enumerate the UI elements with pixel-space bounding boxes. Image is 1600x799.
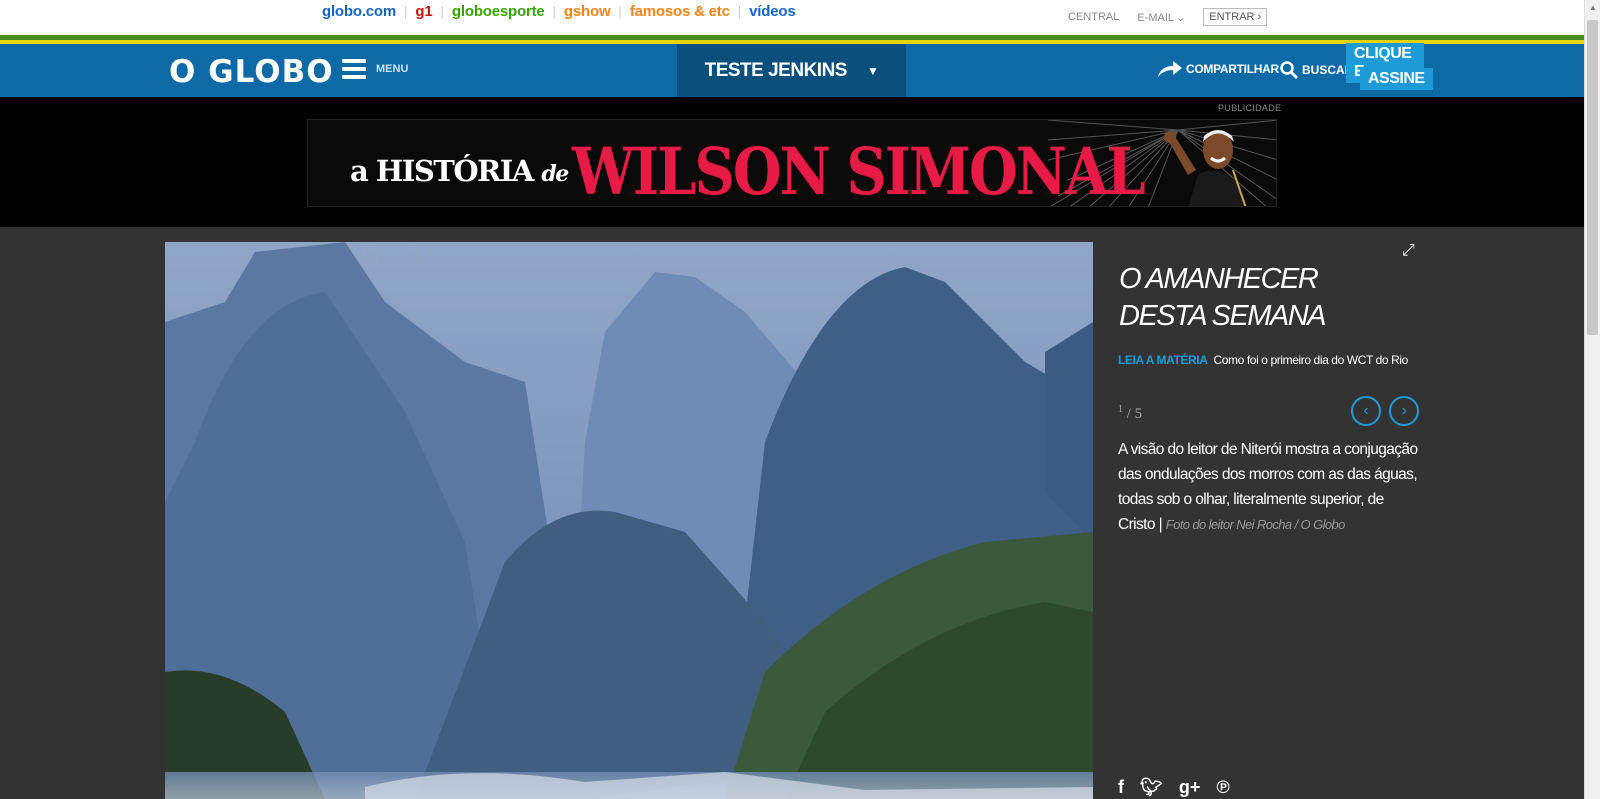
search-button[interactable]: BUSCAR <box>1280 61 1353 79</box>
site-logo[interactable]: O GLOBO <box>169 54 334 90</box>
portal-link-globoesporte[interactable]: globoesporte <box>452 3 545 20</box>
ad-label: PUBLICIDADE <box>1218 103 1282 113</box>
globo-top-bar: globo.com | g1 | globoesporte | gshow | … <box>0 0 1584 36</box>
share-button[interactable]: COMPARTILHAR <box>1158 61 1279 77</box>
chevron-left-icon: ‹ <box>1363 402 1369 419</box>
scroll-up-icon[interactable]: ▲ <box>1589 3 1597 12</box>
gallery-title: O AMANHECER DESTA SEMANA <box>1119 263 1327 332</box>
landscape-image <box>165 242 1093 799</box>
portal-links: globo.com | g1 | globoesporte | gshow | … <box>322 3 796 20</box>
search-icon <box>1280 61 1298 79</box>
email-label: E-MAIL <box>1137 11 1175 24</box>
ad-headline: WILSON SIMONAL <box>572 134 1146 207</box>
read-article-label: LEIA A MATÉRIA <box>1118 353 1208 367</box>
photo-credit: Foto do leitor Nei Rocha / O Globo <box>1165 517 1346 532</box>
chevron-right-icon: › <box>1401 402 1407 419</box>
section-dropdown[interactable]: TESTE JENKINS ▼ <box>677 44 906 97</box>
portal-link-gshow[interactable]: gshow <box>564 3 611 20</box>
prev-photo-button[interactable]: ‹ <box>1351 396 1381 426</box>
separator: | <box>404 4 408 19</box>
singer-illustration <box>1164 130 1248 206</box>
section-label: TESTE JENKINS <box>704 59 848 81</box>
portal-link-famosos[interactable]: famosos & etc <box>630 3 730 20</box>
ad-prefix-text: a HISTÓRIA <box>350 154 534 188</box>
google-plus-icon[interactable]: g+ <box>1179 777 1201 798</box>
hamburger-icon <box>342 59 366 79</box>
portal-link-g1[interactable]: g1 <box>415 3 432 20</box>
social-share-bar: f 🐦︎ g+ ℗ <box>1118 777 1246 798</box>
vertical-scrollbar[interactable]: ▲ <box>1584 0 1600 799</box>
expand-icon[interactable]: ⤢ <box>1402 242 1415 260</box>
portal-link-globo[interactable]: globo.com <box>322 3 396 20</box>
separator: | <box>618 4 622 19</box>
chevron-down-icon: ⌄ <box>1176 11 1186 24</box>
account-links: CENTRAL E-MAIL ⌄ ENTRAR › <box>1068 8 1285 26</box>
current-photo: 1 <box>1118 404 1123 415</box>
share-label: COMPARTILHAR <box>1186 62 1279 76</box>
menu-label: MENU <box>376 63 409 75</box>
photo-counter: 1 / 5 <box>1118 404 1142 423</box>
gallery-photo[interactable] <box>165 242 1093 799</box>
facebook-icon[interactable]: f <box>1118 777 1124 798</box>
photo-caption: A visão do leitor de Niterói mostra a co… <box>1118 437 1423 537</box>
twitter-icon[interactable]: 🐦︎ <box>1140 777 1163 798</box>
portal-link-videos[interactable]: vídeos <box>749 3 796 20</box>
separator: | <box>552 4 556 19</box>
read-article-title: Como foi o primeiro dia do WCT do Rio <box>1213 353 1409 367</box>
separator: | <box>440 4 444 19</box>
caret-down-icon: ▼ <box>866 63 879 78</box>
read-article-link[interactable]: LEIA A MATÉRIA Como foi o primeiro dia do… <box>1118 353 1408 367</box>
share-arrow-icon <box>1158 61 1182 77</box>
page: globo.com | g1 | globoesporte | gshow | … <box>0 0 1600 799</box>
site-header: O GLOBO MENU TESTE JENKINS ▼ COMPARTILHA… <box>0 43 1584 97</box>
central-link[interactable]: CENTRAL <box>1068 11 1119 23</box>
email-link[interactable]: E-MAIL ⌄ <box>1137 11 1185 24</box>
subscribe-button[interactable]: CLIQUE E ASSINE <box>1346 43 1433 96</box>
menu-button[interactable]: MENU <box>342 59 408 79</box>
login-button[interactable]: ENTRAR › <box>1203 8 1268 26</box>
subscribe-line-2: ASSINE <box>1360 68 1433 90</box>
pinterest-icon[interactable]: ℗ <box>1216 777 1229 798</box>
ad-prefix-de: de <box>541 161 569 187</box>
ad-zone: PUBLICIDADE a HISTÓRIA de WILSON SIMONAL <box>0 97 1584 227</box>
scroll-thumb[interactable] <box>1587 20 1598 335</box>
next-photo-button[interactable]: › <box>1389 396 1419 426</box>
total-photos: / 5 <box>1126 406 1143 422</box>
ad-prefix: a HISTÓRIA de <box>350 154 569 188</box>
separator: | <box>737 4 742 19</box>
ad-banner[interactable]: a HISTÓRIA de WILSON SIMONAL <box>307 119 1277 207</box>
